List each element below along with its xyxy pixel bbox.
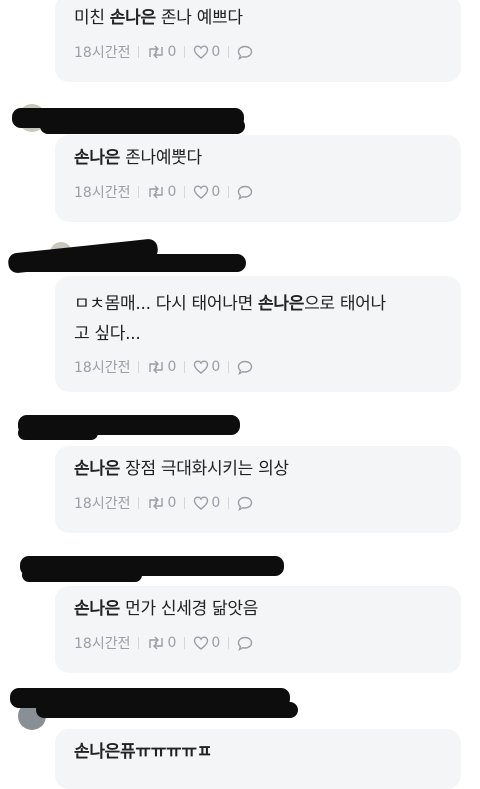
reply-bubble-icon: [238, 636, 253, 651]
heart-icon: [194, 45, 209, 59]
comment-bubble: ㅁㅊ몸매... 다시 태어나면 손나은으로 태어나 고 싶다... 18시간전 0…: [55, 276, 461, 392]
comment-meta: 18시간전 0 0: [74, 42, 441, 62]
timestamp: 18시간전: [74, 185, 131, 201]
comment-meta: 18시간전 0 0: [74, 182, 441, 202]
comment-meta: 18시간전 0 0: [74, 633, 441, 653]
comment-bubble: 손나은 장점 극대화시키는 의상 18시간전 0 0: [55, 446, 461, 533]
like-button[interactable]: 0: [193, 359, 220, 375]
divider: [138, 186, 140, 198]
reply-bubble-icon: [238, 496, 253, 511]
redacted-username: [40, 118, 245, 134]
reply-bubble-icon: [238, 185, 253, 200]
divider: [138, 361, 140, 373]
comment-bubble: 손나은 존나예뿟다 18시간전 0 0: [55, 135, 461, 222]
divider: [184, 361, 186, 373]
reply-button[interactable]: [237, 360, 253, 375]
divider: [184, 637, 186, 649]
comment-meta: 18시간전 0 0: [74, 493, 441, 513]
comment-text: 손나은 장점 극대화시키는 의상: [74, 459, 289, 479]
reply-bubble-icon: [238, 45, 253, 60]
retweet-count: 0: [167, 359, 177, 375]
comment-text: 손나은 존나예뿟다: [74, 148, 202, 168]
like-button[interactable]: 0: [193, 44, 220, 60]
like-button[interactable]: 0: [193, 635, 220, 651]
retweet-icon: [149, 636, 164, 650]
comment-meta: 18시간전 0 0: [74, 357, 441, 377]
like-button[interactable]: 0: [193, 495, 220, 511]
comment-text: 손나은 먼가 신세경 닮앗음: [74, 599, 259, 619]
like-count: 0: [211, 359, 221, 375]
retweet-button[interactable]: 0: [147, 635, 176, 651]
divider: [228, 46, 230, 58]
reply-button[interactable]: [237, 636, 253, 651]
retweet-button[interactable]: 0: [147, 44, 176, 60]
timestamp: 18시간전: [74, 360, 131, 376]
divider: [138, 497, 140, 509]
divider: [138, 46, 140, 58]
divider: [184, 497, 186, 509]
retweet-button[interactable]: 0: [147, 359, 176, 375]
retweet-count: 0: [167, 44, 177, 60]
heart-icon: [194, 360, 209, 374]
reply-bubble-icon: [238, 360, 253, 375]
like-count: 0: [211, 184, 221, 200]
redacted-username: [12, 254, 246, 272]
like-button[interactable]: 0: [193, 184, 220, 200]
reply-button[interactable]: [237, 496, 253, 511]
comment-text: ㅁㅊ몸매... 다시 태어나면 손나은으로 태어나 고 싶다...: [74, 294, 386, 344]
retweet-icon: [149, 185, 164, 199]
divider: [228, 186, 230, 198]
retweet-count: 0: [167, 495, 177, 511]
redacted-username: [36, 702, 298, 718]
retweet-button[interactable]: 0: [147, 184, 176, 200]
timestamp: 18시간전: [74, 636, 131, 652]
reply-button[interactable]: [237, 185, 253, 200]
like-count: 0: [211, 44, 221, 60]
timestamp: 18시간전: [74, 45, 131, 61]
retweet-count: 0: [167, 184, 177, 200]
comment-text: 손나은퓨ㅠㅠㅠㅠㅍ: [74, 742, 213, 762]
comment-bubble: 손나은 먼가 신세경 닮앗음 18시간전 0 0: [55, 586, 461, 673]
retweet-icon: [149, 360, 164, 374]
retweet-icon: [149, 496, 164, 510]
retweet-count: 0: [167, 635, 177, 651]
divider: [228, 637, 230, 649]
heart-icon: [194, 496, 209, 510]
heart-icon: [194, 636, 209, 650]
divider: [228, 497, 230, 509]
retweet-icon: [149, 45, 164, 59]
divider: [228, 361, 230, 373]
redacted-username: [18, 426, 98, 440]
divider: [184, 46, 186, 58]
redacted-username: [22, 568, 142, 582]
comment-bubble: 손나은퓨ㅠㅠㅠㅠㅍ: [55, 729, 461, 789]
timestamp: 18시간전: [74, 496, 131, 512]
heart-icon: [194, 185, 209, 199]
divider: [184, 186, 186, 198]
reply-button[interactable]: [237, 45, 253, 60]
retweet-button[interactable]: 0: [147, 495, 176, 511]
like-count: 0: [211, 635, 221, 651]
comment-text: 미친 손나은 존나 예쁘다: [74, 8, 243, 28]
comment-bubble: 미친 손나은 존나 예쁘다 18시간전 0 0: [55, 0, 461, 82]
divider: [138, 637, 140, 649]
like-count: 0: [211, 495, 221, 511]
